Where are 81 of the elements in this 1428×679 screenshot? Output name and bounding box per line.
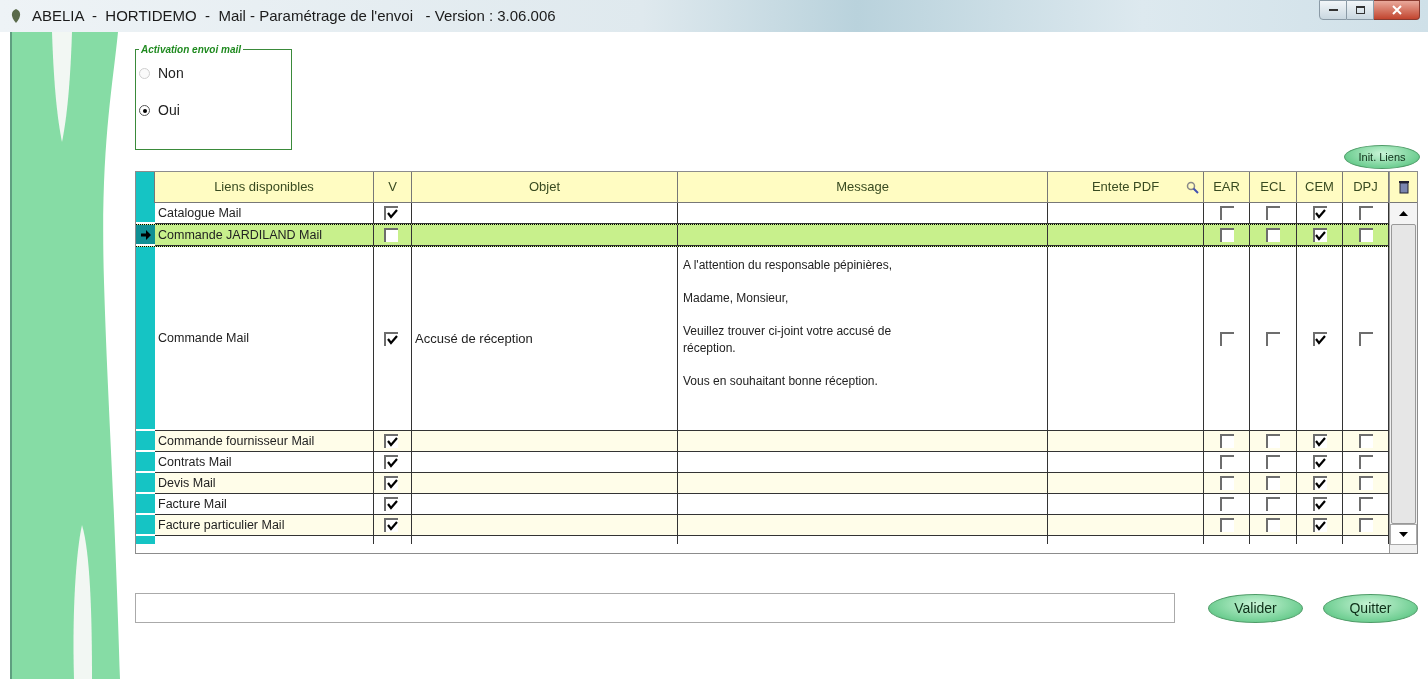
link-name: Facture particulier Mail bbox=[158, 516, 285, 534]
group-legend: Activation envoi mail bbox=[139, 42, 244, 57]
link-name: Devis Mail bbox=[158, 474, 216, 492]
table-row[interactable]: Facture particulier Mail bbox=[136, 515, 1389, 536]
link-name: Commande fournisseur Mail bbox=[158, 432, 315, 450]
link-name: Contrats Mail bbox=[158, 453, 232, 471]
checkbox[interactable] bbox=[1219, 434, 1234, 448]
table-row[interactable]: Devis Mail bbox=[136, 473, 1389, 494]
checkbox[interactable] bbox=[1312, 476, 1327, 490]
table-row[interactable]: Catalogue Mail bbox=[136, 203, 1389, 224]
radio-button[interactable] bbox=[139, 105, 150, 116]
up-arrow-icon bbox=[1399, 211, 1408, 216]
scroll-up-button[interactable] bbox=[1390, 203, 1417, 224]
link-name: Facture Mail bbox=[158, 495, 227, 513]
checkbox[interactable] bbox=[1266, 206, 1280, 220]
checkbox[interactable] bbox=[1312, 331, 1327, 346]
checkbox[interactable] bbox=[1266, 497, 1280, 511]
checkbox[interactable] bbox=[384, 206, 398, 220]
checkbox[interactable] bbox=[1358, 518, 1373, 532]
radio-label: Non bbox=[158, 64, 184, 83]
checkbox[interactable] bbox=[1312, 228, 1327, 242]
row-header[interactable] bbox=[136, 225, 155, 246]
checkbox[interactable] bbox=[384, 518, 398, 532]
row-header-cell bbox=[136, 172, 155, 203]
checkbox[interactable] bbox=[1312, 455, 1327, 469]
link-name: Commande Mail bbox=[158, 330, 249, 348]
checkbox[interactable] bbox=[1358, 206, 1373, 220]
table-row[interactable]: Facture Mail bbox=[136, 494, 1389, 515]
checkbox[interactable] bbox=[384, 228, 398, 242]
radio-label: Oui bbox=[158, 101, 180, 120]
window-title: ABELIA - HORTIDEMO - Mail - Paramétrage de l'envoi - Version : 3.06.006 bbox=[32, 5, 556, 26]
pill-button[interactable]: Init. Liens bbox=[1344, 145, 1420, 169]
table-cell-text: Accusé de réception bbox=[415, 329, 533, 348]
close-icon bbox=[1391, 5, 1402, 15]
checkbox[interactable] bbox=[1312, 518, 1327, 532]
checkbox[interactable] bbox=[1266, 455, 1280, 469]
link-name: Commande JARDILAND Mail bbox=[158, 226, 322, 244]
trash-icon[interactable] bbox=[1398, 180, 1409, 194]
minimize-button[interactable] bbox=[1319, 0, 1347, 20]
message-paragraph: Veuillez trouver ci-joint votre accusé de réception. bbox=[683, 323, 893, 357]
checkbox[interactable] bbox=[1358, 455, 1373, 469]
table-row[interactable]: Commande fournisseur Mail bbox=[136, 431, 1389, 452]
checkbox[interactable] bbox=[384, 434, 398, 448]
down-arrow-icon bbox=[1399, 532, 1408, 537]
pill-button[interactable]: Quitter bbox=[1323, 593, 1418, 623]
checkbox[interactable] bbox=[1358, 476, 1373, 490]
checkbox[interactable] bbox=[1266, 434, 1280, 448]
table-row[interactable]: Commande JARDILAND Mail bbox=[136, 224, 1389, 247]
checkbox[interactable] bbox=[1266, 228, 1280, 242]
checkbox[interactable] bbox=[1219, 497, 1234, 511]
checkbox[interactable] bbox=[1312, 434, 1327, 448]
checkbox[interactable] bbox=[1266, 518, 1280, 532]
checkbox[interactable] bbox=[1219, 476, 1234, 490]
maximize-button[interactable] bbox=[1347, 0, 1374, 20]
checkbox[interactable] bbox=[384, 497, 398, 511]
checkbox[interactable] bbox=[384, 455, 398, 469]
pill-button[interactable]: Valider bbox=[1208, 593, 1303, 623]
checkbox[interactable] bbox=[1358, 434, 1373, 448]
message-paragraph: A l'attention du responsable pépinières, bbox=[683, 257, 894, 274]
checkbox[interactable] bbox=[1219, 206, 1234, 220]
checkbox[interactable] bbox=[1358, 497, 1373, 511]
checkbox[interactable] bbox=[384, 331, 398, 346]
checkbox[interactable] bbox=[1219, 228, 1234, 242]
checkbox[interactable] bbox=[384, 476, 398, 490]
table-row[interactable]: Contrats Mail bbox=[136, 452, 1389, 473]
scroll-thumb[interactable] bbox=[1391, 224, 1416, 524]
input-field[interactable] bbox=[135, 593, 1175, 623]
scroll-down-button[interactable] bbox=[1390, 524, 1417, 545]
arrow-icon bbox=[140, 229, 151, 240]
checkbox[interactable] bbox=[1266, 476, 1280, 490]
checkbox[interactable] bbox=[1219, 518, 1234, 532]
checkbox[interactable] bbox=[1312, 206, 1327, 220]
checkbox[interactable] bbox=[1219, 455, 1234, 469]
search-icon[interactable] bbox=[1186, 180, 1199, 194]
table-row[interactable]: Commande Mail Accusé de réception A l'attention du responsable pépinières, Madame, Monsieur, Veuillez trouver ci-joint votre accusé de réception. Vous en souhaitant bonne réception. bbox=[136, 247, 1389, 431]
link-name: Catalogue Mail bbox=[158, 204, 242, 222]
checkbox[interactable] bbox=[1312, 497, 1327, 511]
checkbox[interactable] bbox=[1358, 228, 1373, 242]
message-paragraph: Vous en souhaitant bonne réception. bbox=[683, 373, 879, 390]
close-button[interactable] bbox=[1374, 0, 1420, 20]
message-paragraph: Madame, Monsieur, bbox=[683, 290, 790, 307]
